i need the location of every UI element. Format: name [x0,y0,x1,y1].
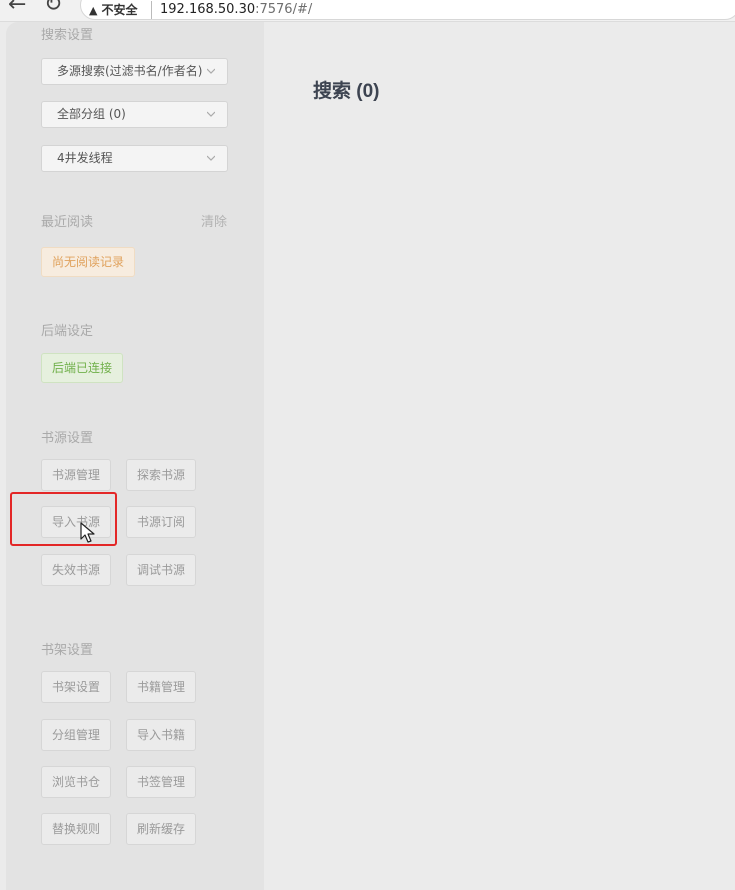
warning-icon: ▲ [89,4,98,17]
arrow-left-icon[interactable]: ← [8,0,26,16]
recent-reading-title: 最近阅读 [41,215,94,230]
refresh-cache-button[interactable]: 刷新缓存 [126,813,196,845]
source-manage-button[interactable]: 书源管理 [41,459,111,491]
sidebar: 搜索设置 多源搜索(过滤书名/作者名) 全部分组 (0) 4井发线程 最近阅读 … [6,22,264,890]
page-title: 搜索 (0) [313,81,380,102]
security-badge[interactable]: ▲ 不安全 [89,3,137,17]
thread-select-value: 4井发线程 [57,151,113,165]
chevron-down-icon [207,155,215,161]
source-settings-title: 书源设置 [41,431,94,446]
shelf-settings-title: 书架设置 [41,643,94,658]
backend-connected-tag: 后端已连接 [41,353,124,383]
url-path: :7576/#/ [255,2,313,17]
import-source-button[interactable]: 导入书源 [41,506,111,538]
replace-rules-button[interactable]: 替换规则 [41,813,111,845]
source-select[interactable]: 多源搜索(过滤书名/作者名) [41,58,228,85]
debug-source-button[interactable]: 调试书源 [126,554,196,586]
url-text[interactable]: 192.168.50.30:7576/#/ [160,3,312,17]
browser-toolbar: ← ↻ ▲ 不安全 192.168.50.30:7576/#/ [0,0,735,22]
source-select-value: 多源搜索(过滤书名/作者名) [57,64,202,78]
group-select[interactable]: 全部分组 (0) [41,101,228,128]
group-select-value: 全部分组 (0) [57,107,126,121]
mouse-cursor-icon [80,522,95,543]
browse-repo-button[interactable]: 浏览书仓 [41,766,111,798]
thread-select[interactable]: 4井发线程 [41,145,228,172]
backend-settings-title: 后端设定 [41,324,94,339]
reload-icon[interactable]: ↻ [44,0,62,16]
address-divider [151,1,152,19]
security-label: 不安全 [101,3,138,17]
no-reading-record-tag: 尚无阅读记录 [41,247,136,277]
import-book-button[interactable]: 导入书籍 [126,719,196,751]
chevron-down-icon [207,111,215,117]
chevron-down-icon [207,68,215,74]
invalid-source-button[interactable]: 失效书源 [41,554,111,586]
source-subscribe-button[interactable]: 书源订阅 [126,506,196,538]
shelf-settings-button[interactable]: 书架设置 [41,671,111,703]
book-manage-button[interactable]: 书籍管理 [126,671,196,703]
bookmark-manage-button[interactable]: 书签管理 [126,766,196,798]
address-bar[interactable]: ▲ 不安全 192.168.50.30:7576/#/ [80,0,735,20]
clear-recent-link[interactable]: 清除 [201,211,227,230]
explore-source-button[interactable]: 探索书源 [126,459,196,491]
search-settings-title: 搜索设置 [41,28,94,43]
group-manage-button[interactable]: 分组管理 [41,719,111,751]
url-host: 192.168.50.30 [160,2,256,17]
